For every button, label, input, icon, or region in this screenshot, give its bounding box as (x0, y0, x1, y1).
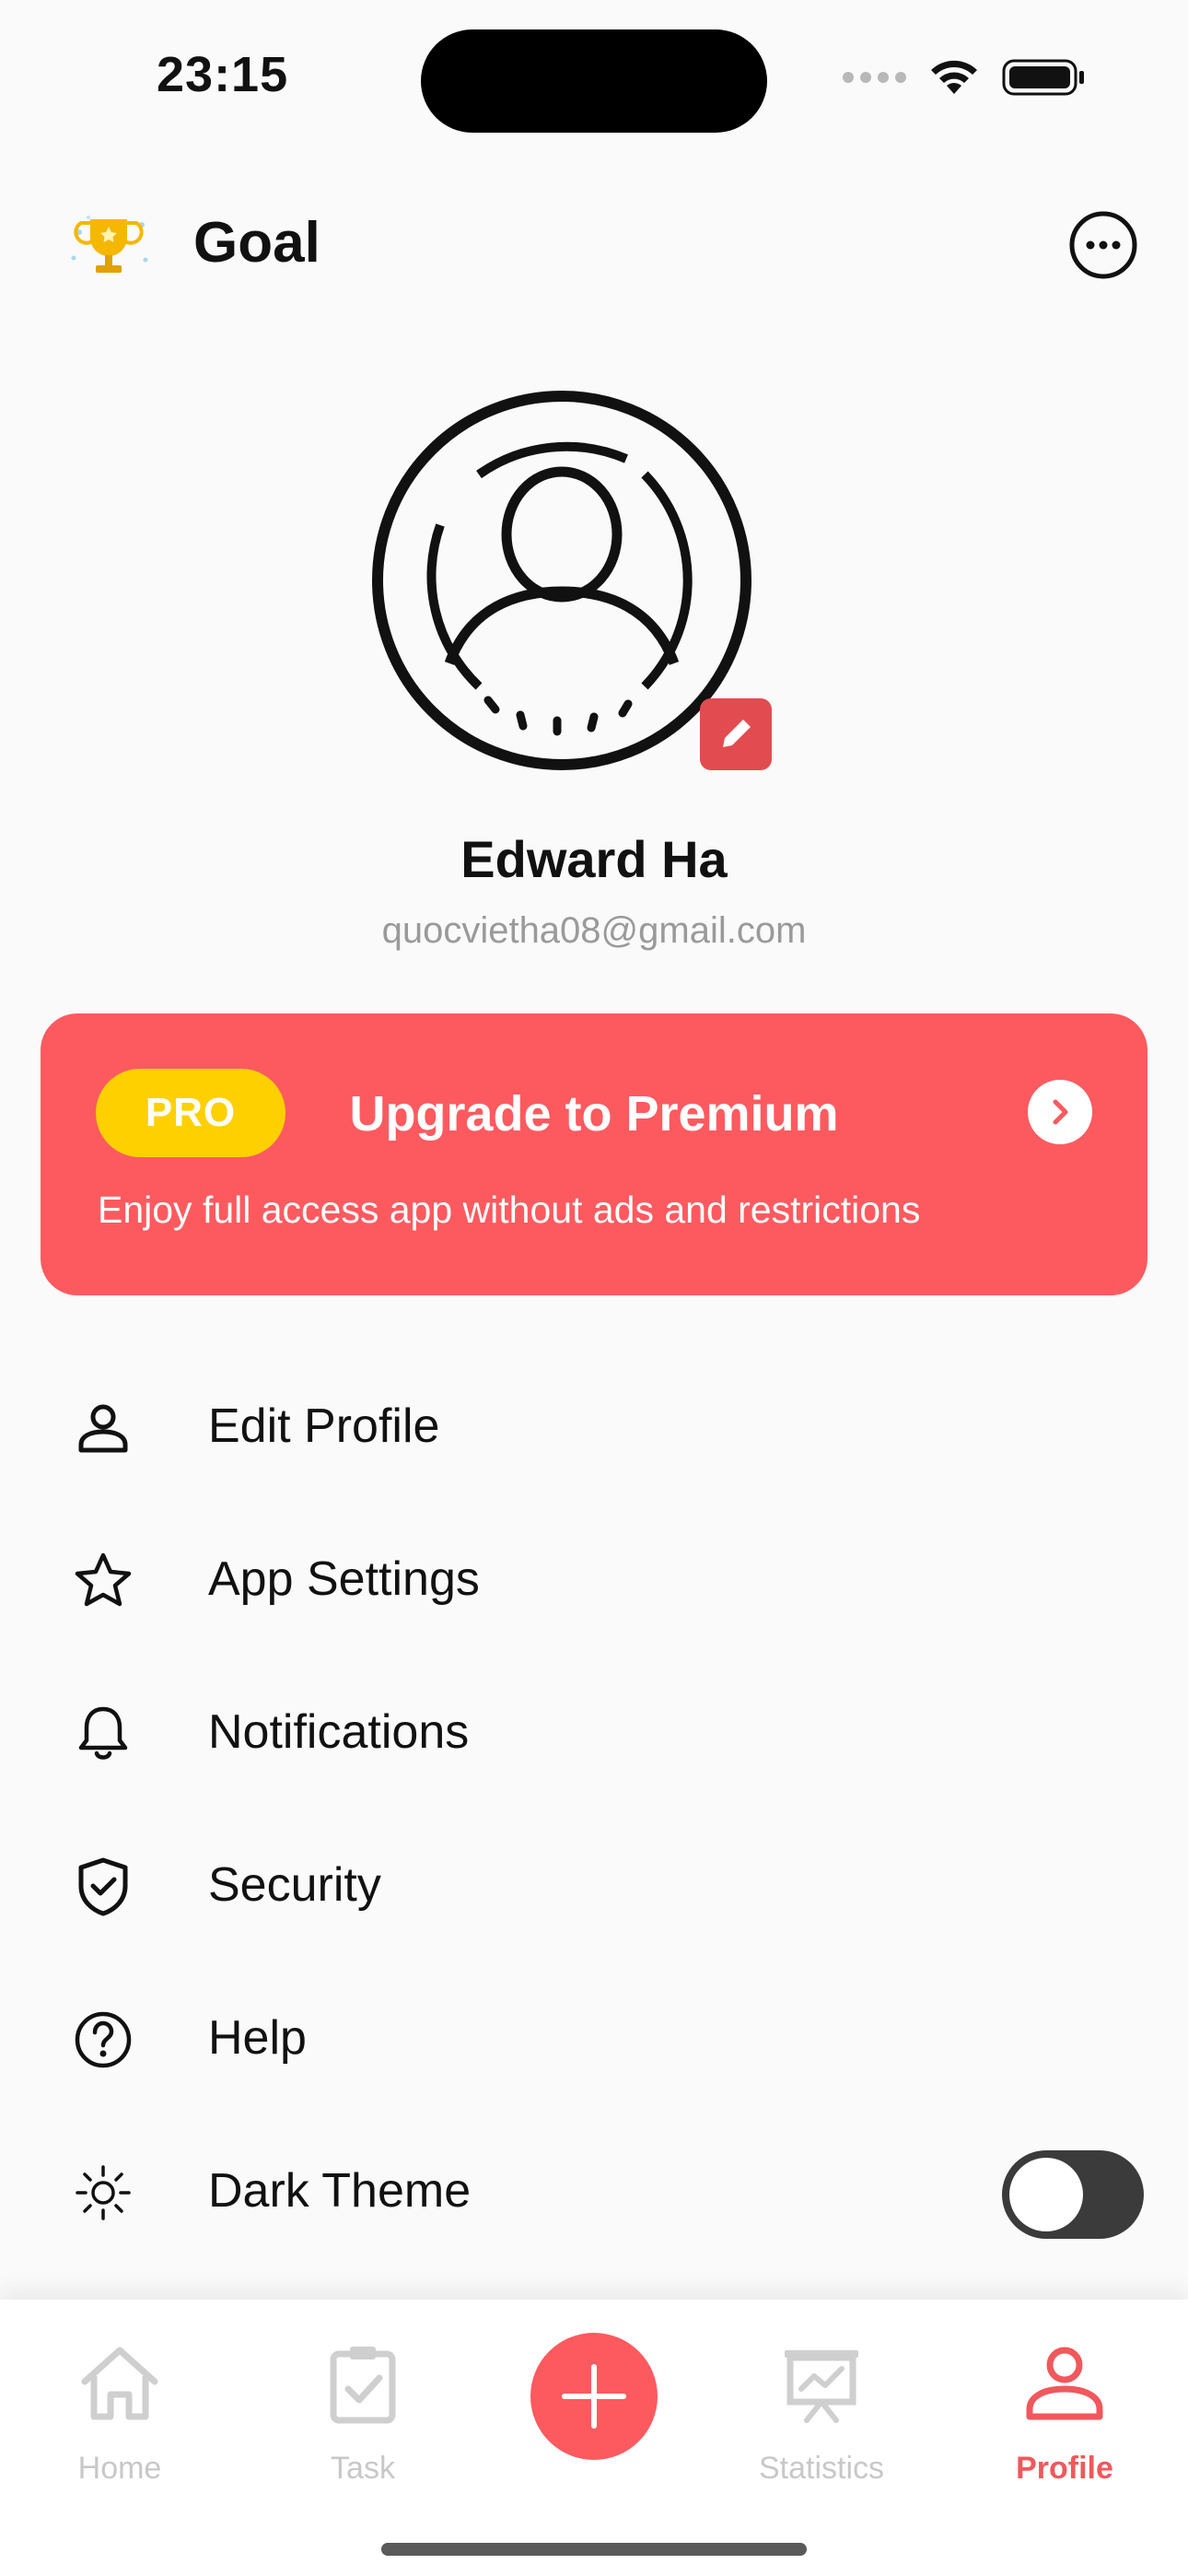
toggle-knob (1009, 2158, 1083, 2231)
upgrade-premium-card[interactable]: PRO Upgrade to Premium Enjoy full access… (41, 1013, 1147, 1295)
tab-profile[interactable]: Profile (973, 2333, 1157, 2535)
tab-label: Home (77, 2451, 162, 2486)
menu-label: Dark Theme (208, 2164, 472, 2218)
profile-icon (1014, 2333, 1115, 2434)
dark-theme-toggle[interactable] (1002, 2150, 1144, 2239)
user-avatar-icon (372, 391, 751, 770)
user-name: Edward Ha (460, 830, 728, 888)
tab-label: Profile (1016, 2451, 1113, 2486)
pencil-icon (723, 716, 754, 747)
bell-icon (66, 1697, 140, 1771)
header: Goal (0, 184, 1188, 304)
profile-screen: 23:15 Goal Edward Ha quocvietha08@gmail.… (0, 0, 1188, 2576)
menu-label: App Settings (208, 1552, 480, 1606)
tab-task[interactable]: Task (271, 2333, 455, 2535)
avatar-container[interactable] (368, 387, 774, 783)
statistics-icon (771, 2333, 872, 2434)
user-email: quocvietha08@gmail.com (381, 910, 807, 951)
more-horizontal-icon[interactable] (1066, 208, 1140, 282)
person-icon (66, 1391, 140, 1465)
task-icon (312, 2333, 413, 2434)
bottom-tab-bar: Home Task Statistics Profile (0, 2300, 1188, 2576)
edit-avatar-button[interactable] (700, 698, 772, 770)
tab-label: Task (331, 2451, 395, 2486)
tab-home[interactable]: Home (28, 2333, 212, 2535)
premium-arrow-button[interactable] (1028, 1080, 1092, 1144)
status-bar: 23:15 (0, 0, 1188, 157)
wifi-icon (931, 60, 977, 94)
menu-item-dark-theme[interactable]: Dark Theme (0, 2113, 1188, 2266)
tab-statistics[interactable]: Statistics (729, 2333, 914, 2535)
status-time: 23:15 (157, 47, 289, 102)
status-icons (843, 57, 1087, 98)
sun-icon (66, 2156, 140, 2230)
star-icon (66, 1544, 140, 1618)
premium-subtitle: Enjoy full access app without ads and re… (98, 1188, 921, 1231)
menu-item-edit-profile[interactable]: Edit Profile (0, 1349, 1188, 1502)
dynamic-island (421, 29, 767, 133)
menu-label: Edit Profile (208, 1399, 440, 1453)
menu-item-security[interactable]: Security (0, 1808, 1188, 1961)
menu-label: Notifications (208, 1705, 470, 1759)
settings-menu: Edit Profile App Settings Notifications (0, 1349, 1188, 2266)
menu-label: Security (208, 1858, 381, 1912)
menu-item-help[interactable]: Help (0, 1961, 1188, 2113)
home-indicator (381, 2543, 807, 2556)
home-icon (69, 2333, 170, 2434)
menu-label: Help (208, 2011, 307, 2065)
tab-label: Statistics (758, 2451, 885, 2486)
plus-icon (562, 2364, 626, 2429)
trophy-icon (71, 216, 148, 273)
battery-icon (1002, 59, 1084, 96)
chevron-right-icon (1053, 1099, 1068, 1125)
menu-item-app-settings[interactable]: App Settings (0, 1502, 1188, 1655)
menu-item-notifications[interactable]: Notifications (0, 1655, 1188, 1808)
help-circle-icon (66, 2003, 140, 2077)
add-button[interactable] (530, 2333, 658, 2460)
premium-title: Upgrade to Premium (349, 1086, 839, 1142)
app-title: Goal (193, 211, 320, 275)
cellular-signal-icon (843, 72, 906, 83)
shield-check-icon (66, 1850, 140, 1924)
